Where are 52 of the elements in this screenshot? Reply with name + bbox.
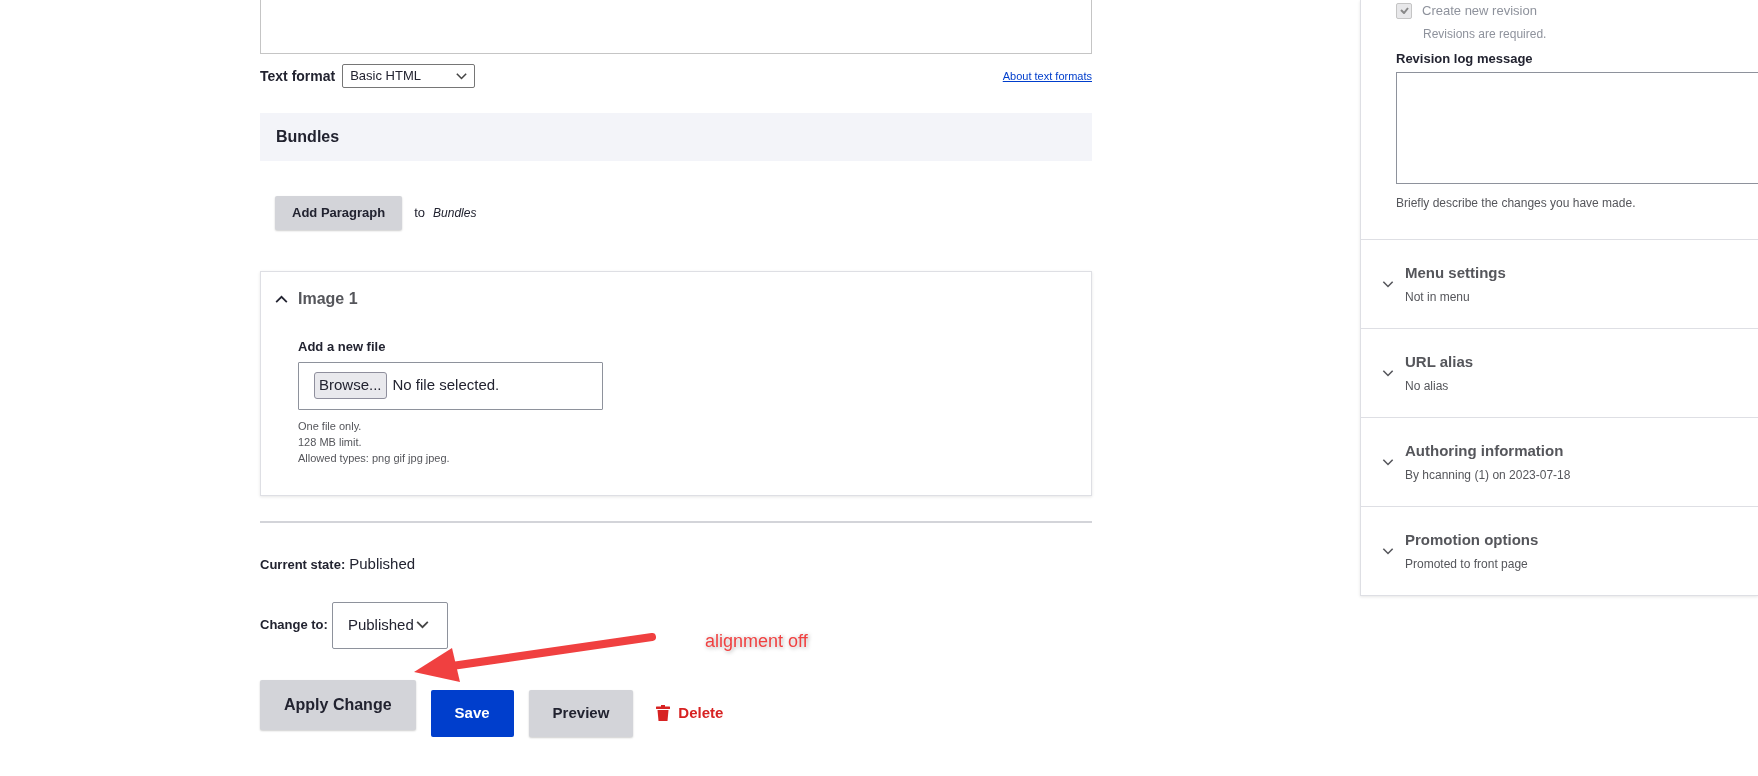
chevron-down-icon bbox=[1382, 280, 1394, 288]
add-to-target: Bundles bbox=[433, 205, 477, 222]
chevron-down-icon bbox=[1382, 547, 1394, 555]
save-button[interactable]: Save bbox=[430, 689, 514, 737]
chevron-down-icon bbox=[1382, 458, 1394, 466]
file-help-text: Allowed types: png gif jpg jpeg. bbox=[298, 450, 451, 466]
file-field-label: Add a new file bbox=[298, 338, 387, 356]
add-to-prefix: to bbox=[414, 204, 426, 223]
revision-checkbox-label: Create new revision bbox=[1422, 2, 1537, 20]
add-paragraph-button[interactable]: Add Paragraph bbox=[275, 196, 403, 230]
check-icon bbox=[1399, 7, 1409, 15]
delete-link[interactable]: Delete bbox=[648, 689, 732, 737]
about-text-formats-link[interactable]: About text formats bbox=[1002, 67, 1092, 85]
change-to-select[interactable]: Published bbox=[331, 601, 448, 649]
chevron-up-icon bbox=[275, 295, 288, 303]
body-text-area[interactable] bbox=[260, 0, 1092, 54]
text-format-label: Text format bbox=[260, 66, 336, 86]
revision-note: Revisions are required. bbox=[1423, 25, 1548, 43]
file-help-text: 128 MB limit. bbox=[298, 434, 363, 450]
preview-button[interactable]: Preview bbox=[528, 689, 634, 737]
annotation-text: alignment off bbox=[705, 630, 808, 653]
chevron-down-icon bbox=[456, 72, 468, 80]
sidebar-section-toggle[interactable]: Menu settings Not in menu bbox=[1361, 239, 1758, 328]
sidebar-section-toggle[interactable]: Authoring information By hcanning (1) on 2023-07-18 bbox=[1361, 417, 1758, 506]
section-title: URL alias bbox=[1405, 351, 1474, 372]
sidebar-section-toggle[interactable]: Promotion options Promoted to front page bbox=[1361, 506, 1758, 595]
text-format-select[interactable]: Basic HTML bbox=[342, 64, 476, 88]
section-summary: Promoted to front page bbox=[1405, 556, 1529, 574]
sidebar-section-toggle[interactable]: URL alias No alias bbox=[1361, 328, 1758, 417]
current-state-value: Published bbox=[349, 554, 416, 574]
bundles-header: Bundles bbox=[260, 113, 1092, 161]
change-to-label: Change to: bbox=[260, 616, 328, 635]
revision-log-text-area[interactable] bbox=[1396, 72, 1758, 184]
image-item-toggle[interactable]: Image 1 bbox=[275, 287, 358, 311]
revision-log-label: Revision log message bbox=[1396, 49, 1534, 68]
section-summary: No alias bbox=[1405, 378, 1450, 396]
revision-log-help: Briefly describe the changes you have made. bbox=[1396, 195, 1637, 212]
section-summary: By hcanning (1) on 2023-07-18 bbox=[1405, 467, 1571, 485]
chevron-down-icon bbox=[1382, 369, 1394, 377]
file-input[interactable]: Browse... No file selected. bbox=[298, 361, 603, 410]
section-title: Promotion options bbox=[1405, 529, 1539, 550]
chevron-down-icon bbox=[415, 621, 429, 629]
file-status: No file selected. bbox=[392, 375, 500, 396]
section-summary: Not in menu bbox=[1405, 289, 1471, 307]
browse-button[interactable]: Browse... bbox=[314, 372, 387, 399]
apply-change-button[interactable]: Apply Change bbox=[260, 679, 416, 730]
section-title: Menu settings bbox=[1405, 262, 1506, 283]
section-title: Authoring information bbox=[1405, 440, 1565, 461]
file-help-text: One file only. bbox=[298, 418, 363, 434]
current-state-label: Current state: bbox=[260, 556, 346, 574]
revision-checkbox[interactable] bbox=[1396, 2, 1412, 19]
trash-icon bbox=[656, 705, 671, 721]
